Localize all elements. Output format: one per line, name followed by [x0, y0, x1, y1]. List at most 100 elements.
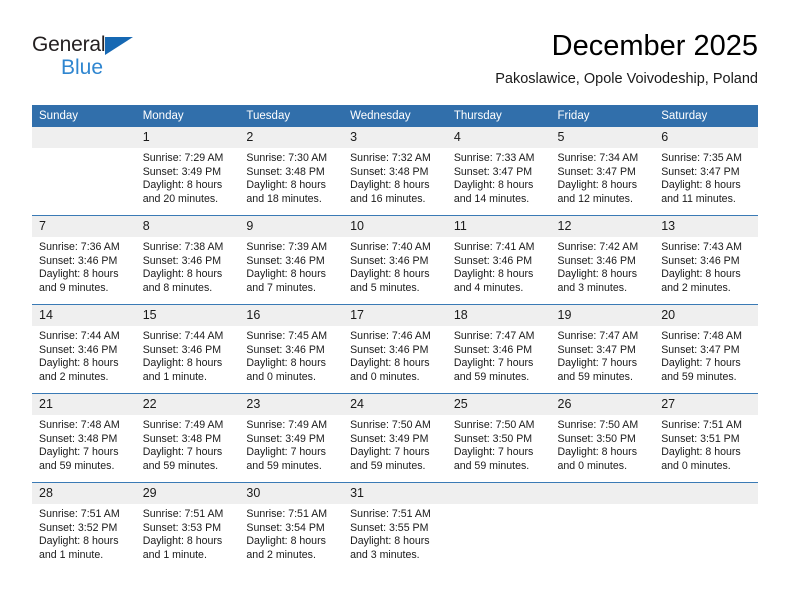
calendar-day-cell[interactable]: 28 Sunrise: 7:51 AM Sunset: 3:52 PM Dayligh…	[32, 482, 136, 571]
day-details: Sunrise: 7:32 AM Sunset: 3:48 PM Daylight:…	[343, 148, 447, 206]
general-blue-logo[interactable]: General Blue	[32, 32, 182, 84]
calendar-day-cell[interactable]: 26 Sunrise: 7:50 AM Sunset: 3:50 PM Dayligh…	[550, 393, 655, 483]
daylight-duration-line1: Daylight: 7 hours	[246, 446, 326, 459]
day-number: 25	[446, 394, 551, 415]
calendar-day-cell[interactable]: 3 Sunrise: 7:32 AM Sunset: 3:48 PM Daylight…	[343, 127, 447, 216]
daylight-duration-line2: and 1 minute.	[39, 548, 104, 561]
calendar-day-cell[interactable]: 19 Sunrise: 7:47 AM Sunset: 3:47 PM Dayligh…	[550, 304, 655, 394]
calendar-day-cell[interactable]: 30 Sunrise: 7:51 AM Sunset: 3:54 PM Dayligh…	[239, 482, 344, 571]
sunrise-time: Sunrise: 7:49 AM	[246, 419, 328, 431]
sunrise-time: Sunrise: 7:36 AM	[39, 241, 120, 253]
calendar-day-cell[interactable]: 13 Sunrise: 7:43 AM Sunset: 3:46 PM Dayligh…	[654, 215, 758, 305]
daylight-duration-line2: and 9 minutes.	[39, 281, 109, 294]
calendar-day-cell[interactable]: 7 Sunrise: 7:36 AM Sunset: 3:46 PM Daylight…	[32, 215, 136, 305]
calendar-day-cell[interactable]: 24 Sunrise: 7:50 AM Sunset: 3:49 PM Dayligh…	[343, 393, 447, 483]
day-number: 4	[446, 127, 551, 148]
calendar-day-cell[interactable]: 22 Sunrise: 7:49 AM Sunset: 3:48 PM Dayligh…	[135, 393, 240, 483]
daylight-duration-line1: Daylight: 8 hours	[39, 535, 119, 548]
calendar-day-cell[interactable]: 25 Sunrise: 7:50 AM Sunset: 3:50 PM Dayligh…	[446, 393, 551, 483]
daylight-duration-line1: Daylight: 8 hours	[453, 179, 534, 192]
sunset-time: Sunset: 3:49 PM	[246, 432, 325, 445]
day-number: 31	[343, 483, 447, 504]
sunset-time: Sunset: 3:48 PM	[142, 432, 222, 445]
calendar-day-cell[interactable]: 2 Sunrise: 7:30 AM Sunset: 3:48 PM Daylight…	[239, 127, 344, 216]
sunset-time: Sunset: 3:52 PM	[39, 521, 118, 534]
page-subtitle: Pakoslawice, Opole Voivodeship, Poland	[495, 71, 758, 87]
calendar-day-cell[interactable]: 16 Sunrise: 7:45 AM Sunset: 3:46 PM Dayligh…	[239, 304, 344, 394]
day-details: Sunrise: 7:43 AM Sunset: 3:46 PM Daylight:…	[654, 237, 758, 295]
calendar-day-cell[interactable]: 8 Sunrise: 7:38 AM Sunset: 3:46 PM Daylight…	[135, 215, 240, 305]
sunset-time: Sunset: 3:46 PM	[661, 254, 740, 267]
day-details: Sunrise: 7:48 AM Sunset: 3:48 PM Daylight:…	[32, 415, 136, 473]
day-number: 7	[32, 216, 136, 237]
weekday-header-sunday: Sunday	[32, 105, 136, 127]
day-number: 9	[239, 216, 344, 237]
sunrise-time: Sunrise: 7:42 AM	[557, 241, 639, 253]
sunset-time: Sunset: 3:49 PM	[142, 165, 222, 178]
calendar-day-cell[interactable]: 6 Sunrise: 7:35 AM Sunset: 3:47 PM Daylight…	[654, 127, 758, 216]
daylight-duration-line1: Daylight: 8 hours	[661, 179, 741, 192]
calendar-day-cell[interactable]: 11 Sunrise: 7:41 AM Sunset: 3:46 PM Dayligh…	[446, 215, 551, 305]
sunrise-time: Sunrise: 7:48 AM	[39, 419, 120, 431]
day-number: 3	[343, 127, 447, 148]
daylight-duration-line2: and 2 minutes.	[246, 548, 316, 561]
sunset-time: Sunset: 3:50 PM	[453, 432, 533, 445]
daylight-duration-line2: and 16 minutes.	[350, 192, 426, 205]
day-details: Sunrise: 7:51 AM Sunset: 3:55 PM Daylight:…	[343, 504, 447, 562]
sunrise-time: Sunrise: 7:47 AM	[557, 330, 639, 342]
sunrise-time: Sunrise: 7:51 AM	[246, 508, 328, 520]
sunrise-time: Sunrise: 7:48 AM	[661, 330, 742, 342]
calendar-week-row: 7 Sunrise: 7:36 AM Sunset: 3:46 PM Daylight…	[32, 215, 758, 305]
daylight-duration-line2: and 0 minutes.	[661, 459, 731, 472]
day-number: 24	[343, 394, 447, 415]
calendar-day-cell[interactable]: 23 Sunrise: 7:49 AM Sunset: 3:49 PM Dayligh…	[239, 393, 344, 483]
calendar-day-cell[interactable]: 14 Sunrise: 7:44 AM Sunset: 3:46 PM Dayligh…	[32, 304, 136, 394]
day-number: 15	[135, 305, 240, 326]
weekday-header-monday: Monday	[135, 105, 240, 127]
calendar-day-cell[interactable]: 20 Sunrise: 7:48 AM Sunset: 3:47 PM Dayligh…	[654, 304, 758, 394]
calendar-day-cell[interactable]: 21 Sunrise: 7:48 AM Sunset: 3:48 PM Dayligh…	[32, 393, 136, 483]
day-number: 27	[654, 394, 758, 415]
calendar-day-cell[interactable]: 15 Sunrise: 7:44 AM Sunset: 3:46 PM Dayligh…	[135, 304, 240, 394]
calendar-day-cell[interactable]: 1 Sunrise: 7:29 AM Sunset: 3:49 PM Daylight…	[135, 127, 240, 216]
daylight-duration-line2: and 59 minutes.	[142, 459, 219, 472]
calendar-day-cell[interactable]: 9 Sunrise: 7:39 AM Sunset: 3:46 PM Daylight…	[239, 215, 344, 305]
daylight-duration-line2: and 1 minute.	[142, 370, 207, 383]
daylight-duration-line2: and 59 minutes.	[453, 459, 530, 472]
calendar-day-cell[interactable]: 29 Sunrise: 7:51 AM Sunset: 3:53 PM Dayligh…	[135, 482, 240, 571]
day-number: 12	[550, 216, 655, 237]
calendar-day-cell[interactable]: 10 Sunrise: 7:40 AM Sunset: 3:46 PM Dayligh…	[343, 215, 447, 305]
sunrise-time: Sunrise: 7:33 AM	[453, 152, 535, 164]
daylight-duration-line2: and 2 minutes.	[39, 370, 109, 383]
sunset-time: Sunset: 3:49 PM	[350, 432, 429, 445]
daylight-duration-line1: Daylight: 8 hours	[142, 179, 223, 192]
sunset-time: Sunset: 3:46 PM	[557, 254, 636, 267]
daylight-duration-line1: Daylight: 8 hours	[246, 357, 326, 370]
sunrise-time: Sunrise: 7:50 AM	[453, 419, 535, 431]
calendar-day-cell[interactable]: 17 Sunrise: 7:46 AM Sunset: 3:46 PM Dayligh…	[343, 304, 447, 394]
sunrise-time: Sunrise: 7:46 AM	[350, 330, 431, 342]
daylight-duration-line1: Daylight: 8 hours	[350, 179, 430, 192]
daylight-duration-line2: and 3 minutes.	[350, 548, 420, 561]
sunrise-time: Sunrise: 7:50 AM	[557, 419, 639, 431]
sunrise-time: Sunrise: 7:51 AM	[350, 508, 431, 520]
sunset-time: Sunset: 3:46 PM	[246, 254, 325, 267]
sunrise-time: Sunrise: 7:45 AM	[246, 330, 328, 342]
daylight-duration-line1: Daylight: 7 hours	[142, 446, 223, 459]
calendar-day-cell[interactable]: 27 Sunrise: 7:51 AM Sunset: 3:51 PM Dayligh…	[654, 393, 758, 483]
calendar-day-cell[interactable]: 4 Sunrise: 7:33 AM Sunset: 3:47 PM Daylight…	[446, 127, 551, 216]
sunset-time: Sunset: 3:46 PM	[453, 254, 533, 267]
sunset-time: Sunset: 3:47 PM	[661, 343, 740, 356]
sunrise-time: Sunrise: 7:43 AM	[661, 241, 742, 253]
calendar-day-cell[interactable]: 31 Sunrise: 7:51 AM Sunset: 3:55 PM Dayligh…	[343, 482, 447, 571]
daylight-duration-line1: Daylight: 8 hours	[557, 268, 638, 281]
calendar-week-row: 1 Sunrise: 7:29 AM Sunset: 3:49 PM Daylight…	[32, 127, 758, 216]
calendar-day-cell[interactable]: 18 Sunrise: 7:47 AM Sunset: 3:46 PM Dayligh…	[446, 304, 551, 394]
calendar-day-cell[interactable]: 12 Sunrise: 7:42 AM Sunset: 3:46 PM Dayligh…	[550, 215, 655, 305]
day-details: Sunrise: 7:51 AM Sunset: 3:53 PM Daylight:…	[136, 504, 240, 562]
daylight-duration-line2: and 4 minutes.	[453, 281, 524, 294]
sunrise-time: Sunrise: 7:51 AM	[142, 508, 224, 520]
calendar-body: 1 Sunrise: 7:29 AM Sunset: 3:49 PM Daylight…	[32, 127, 758, 571]
calendar-day-cell[interactable]: 5 Sunrise: 7:34 AM Sunset: 3:47 PM Daylight…	[550, 127, 655, 216]
daylight-duration-line1: Daylight: 8 hours	[39, 268, 119, 281]
